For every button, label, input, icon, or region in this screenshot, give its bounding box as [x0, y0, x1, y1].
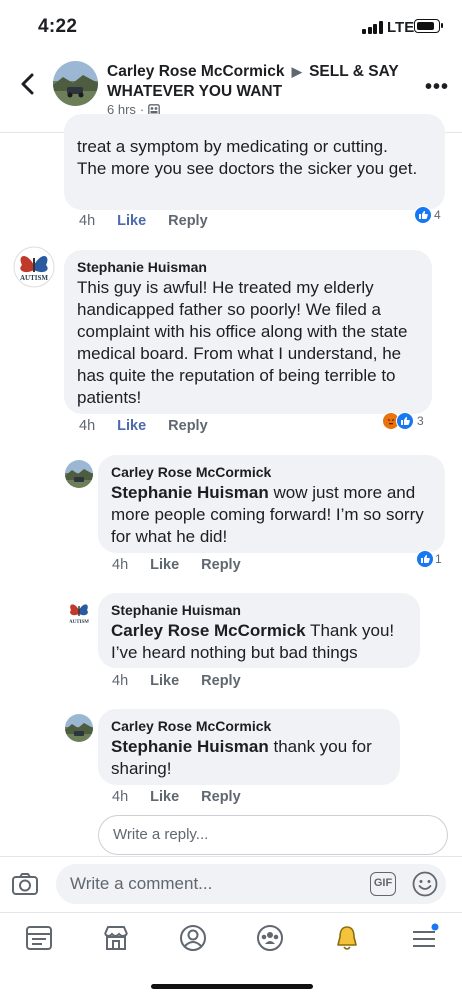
- reply-input[interactable]: Write a reply...: [98, 815, 448, 855]
- post-title[interactable]: Carley Rose McCormick ▶ SELL & SAY WHATE…: [107, 62, 407, 102]
- mention-tag[interactable]: Stephanie Huisman: [111, 737, 269, 756]
- reaction-summary[interactable]: 3: [382, 412, 424, 430]
- reply-bubble[interactable]: Carley Rose McCormick Stephanie Huisman …: [98, 709, 400, 785]
- comment-text: Stephanie Huisman thank you for sharing!: [111, 737, 372, 778]
- comment-time: 4h: [79, 418, 96, 434]
- reaction-count: 1: [435, 552, 442, 566]
- commenter-avatar[interactable]: [65, 714, 93, 742]
- reaction-summary[interactable]: 1: [416, 550, 442, 568]
- reply-link[interactable]: Reply: [168, 213, 208, 229]
- commenter-avatar[interactable]: [65, 460, 93, 488]
- network-label: LTE: [387, 19, 415, 36]
- reply-link[interactable]: Reply: [201, 789, 241, 805]
- comment-time: 4h: [112, 673, 129, 689]
- gif-button[interactable]: GIF: [370, 872, 396, 896]
- reaction-count: 3: [417, 414, 424, 428]
- marketplace-icon[interactable]: [101, 923, 131, 953]
- mention-tag[interactable]: Carley Rose McCormick: [111, 621, 306, 640]
- groups-icon[interactable]: [255, 923, 285, 953]
- comment-actions: 4h Like Reply: [112, 789, 241, 805]
- commenter-avatar[interactable]: AUTISM: [65, 598, 93, 626]
- comment-text: This guy is awful! He treated my elderly…: [77, 278, 408, 407]
- avatar-logo-text: AUTISM: [69, 620, 89, 625]
- status-time: 4:22: [38, 16, 78, 37]
- reply-bubble[interactable]: Carley Rose McCormick Stephanie Huisman …: [98, 455, 445, 553]
- like-link[interactable]: Like: [150, 789, 179, 805]
- reply-link[interactable]: Reply: [201, 673, 241, 689]
- comment-bubble[interactable]: Stephanie Huisman This guy is awful! He …: [64, 250, 432, 414]
- notifications-icon[interactable]: [332, 923, 362, 953]
- status-bar: 4:22 LTE: [0, 0, 462, 50]
- comment-text: Stephanie Huisman wow just more and more…: [111, 483, 424, 546]
- comment-actions: 4h Like Reply: [112, 557, 241, 573]
- battery-icon: [414, 19, 443, 33]
- avatar-logo-text: AUTISM: [20, 274, 48, 282]
- like-link[interactable]: Like: [150, 557, 179, 573]
- reply-bubble[interactable]: Stephanie Huisman Carley Rose McCormick …: [98, 593, 420, 668]
- bottom-nav: [0, 912, 462, 964]
- like-link[interactable]: Like: [150, 673, 179, 689]
- comment-author[interactable]: Carley Rose McCormick: [111, 464, 432, 480]
- back-arrow-icon[interactable]: [14, 70, 42, 98]
- comment-time: 4h: [112, 557, 129, 573]
- comment-author[interactable]: Stephanie Huisman: [111, 602, 407, 618]
- reaction-summary[interactable]: 4: [414, 206, 441, 224]
- comment-author[interactable]: Stephanie Huisman: [77, 259, 419, 275]
- comment-actions: 4h Like Reply: [79, 418, 208, 434]
- reaction-count: 4: [434, 208, 441, 222]
- like-link[interactable]: Like: [117, 213, 146, 229]
- reply-link[interactable]: Reply: [201, 557, 241, 573]
- like-reaction-icon: [396, 412, 414, 430]
- poster-name[interactable]: Carley Rose McCormick: [107, 63, 284, 80]
- menu-icon[interactable]: [409, 923, 439, 953]
- comment-text: treat a symptom by medicating or cutting…: [77, 137, 418, 178]
- arrow-icon: ▶: [291, 64, 302, 79]
- emoji-icon[interactable]: [412, 871, 438, 897]
- like-reaction-icon: [414, 206, 432, 224]
- comment-actions: 4h Like Reply: [79, 213, 208, 229]
- comment-text: Carley Rose McCormick Thank you! I’ve he…: [111, 621, 395, 662]
- comment-time: 4h: [112, 789, 129, 805]
- camera-icon[interactable]: [11, 870, 39, 898]
- reply-link[interactable]: Reply: [168, 418, 208, 434]
- profile-icon[interactable]: [178, 923, 208, 953]
- poster-avatar[interactable]: [53, 61, 98, 106]
- home-indicator: [151, 984, 313, 989]
- signal-icon: [362, 21, 384, 34]
- commenter-avatar[interactable]: AUTISM: [13, 246, 55, 288]
- comment-time: 4h: [79, 213, 96, 229]
- divider: [0, 856, 462, 857]
- comment-actions: 4h Like Reply: [112, 673, 241, 689]
- news-feed-icon[interactable]: [24, 923, 54, 953]
- comment-bubble[interactable]: treat a symptom by medicating or cutting…: [64, 114, 445, 210]
- more-options-icon[interactable]: •••: [425, 76, 449, 99]
- mention-tag[interactable]: Stephanie Huisman: [111, 483, 269, 502]
- like-reaction-icon: [416, 550, 434, 568]
- like-link[interactable]: Like: [117, 418, 146, 434]
- comment-author[interactable]: Carley Rose McCormick: [111, 718, 387, 734]
